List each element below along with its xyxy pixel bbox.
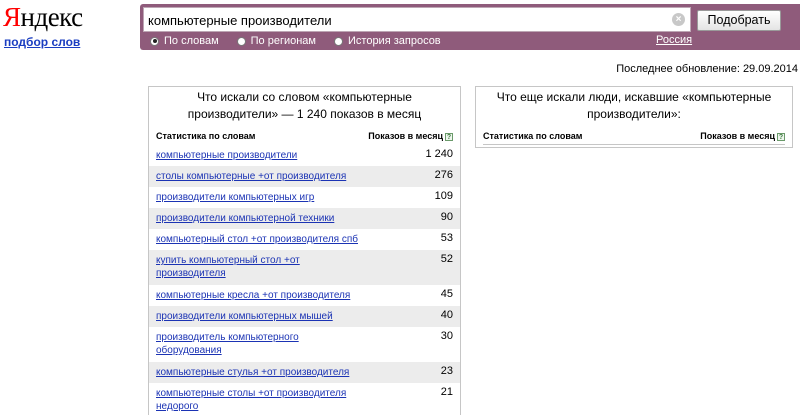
impressions-count: 30 — [440, 330, 453, 342]
mode-by-words[interactable]: По словам — [150, 35, 219, 47]
impressions-count: 23 — [440, 365, 453, 377]
yandex-logo[interactable]: Яндекс подбор слов — [3, 2, 83, 49]
impressions-count: 276 — [434, 169, 453, 181]
keyword-link[interactable]: производитель компьютерного оборудования — [156, 331, 316, 357]
logo-letter-ya: Я — [3, 2, 21, 32]
keyword-link[interactable]: компьютерный стол +от производителя спб — [156, 233, 376, 246]
col-keyword-header: Статистика по словам — [156, 131, 256, 141]
keyword-link[interactable]: компьютерные стулья +от производителя — [156, 366, 376, 379]
impressions-count: 1 240 — [425, 148, 453, 160]
mode-label: По регионам — [250, 35, 316, 47]
word-stats-panel: Что искали со словом «компьютерные произ… — [148, 86, 461, 415]
keyword-link[interactable]: производители компьютерных мышей — [156, 310, 376, 323]
related-queries-panel: Что еще искали люди, искавшие «компьютер… — [475, 86, 793, 148]
table-row: компьютерные столы +от производителя нед… — [149, 383, 460, 415]
impressions-count: 21 — [440, 386, 453, 398]
impressions-count: 45 — [440, 288, 453, 300]
table-row: столы компьютерные +от производителя 276 — [149, 166, 460, 187]
keyword-link[interactable]: производители компьютерных игр — [156, 191, 376, 204]
region-link[interactable]: Россия — [656, 34, 692, 46]
table-header: Статистика по словам Показов в месяц? — [483, 129, 785, 145]
help-icon[interactable]: ? — [777, 132, 785, 141]
logo-letters-rest: ндекс — [20, 2, 84, 32]
search-mode-group: По словам По регионам История запросов — [150, 35, 441, 47]
search-input[interactable] — [148, 10, 668, 30]
search-panel: × Подобрать По словам По регионам Истори… — [140, 4, 800, 50]
radio-query-history-icon[interactable] — [334, 36, 343, 46]
col-keyword-header: Статистика по словам — [483, 130, 583, 141]
table-row: компьютерные стулья +от производителя 23 — [149, 362, 460, 383]
help-icon[interactable]: ? — [445, 133, 453, 141]
impressions-count: 90 — [440, 211, 453, 223]
table-row: компьютерные производители 1 240 — [149, 145, 460, 166]
keyword-link[interactable]: компьютерные производители — [156, 149, 376, 162]
keyword-link[interactable]: компьютерные кресла +от производителя — [156, 289, 376, 302]
mode-label: История запросов — [348, 35, 441, 47]
service-name-link[interactable]: подбор слов — [4, 35, 83, 49]
table-row: производитель компьютерного оборудования… — [149, 327, 460, 362]
last-update-label: Последнее обновление: — [616, 63, 740, 75]
col-count-header: Показов в месяц — [368, 131, 443, 141]
col-count-header-wrap: Показов в месяц? — [700, 131, 785, 141]
impressions-count: 40 — [440, 309, 453, 321]
mode-by-regions[interactable]: По регионам — [236, 35, 316, 47]
keyword-link[interactable]: компьютерные столы +от производителя нед… — [156, 387, 371, 413]
clear-icon[interactable]: × — [672, 13, 685, 26]
impressions-count: 109 — [434, 190, 453, 202]
table-header: Статистика по словам Показов в месяц? — [156, 129, 453, 143]
related-queries-title: Что еще искали люди, искавшие «компьютер… — [496, 90, 772, 121]
word-stats-title: Что искали со словом «компьютерные произ… — [187, 90, 422, 121]
impressions-count: 53 — [440, 232, 453, 244]
table-row: компьютерный стол +от производителя спб … — [149, 229, 460, 250]
table-row: компьютерные кресла +от производителя 45 — [149, 285, 460, 306]
radio-by-words-icon[interactable] — [150, 36, 159, 46]
table-row: купить компьютерный стол +от производите… — [149, 250, 460, 285]
table-row: производители компьютерных игр 109 — [149, 187, 460, 208]
keyword-link[interactable]: столы компьютерные +от производителя — [156, 170, 376, 183]
impressions-count: 52 — [440, 253, 453, 265]
col-count-header: Показов в месяц — [700, 130, 775, 141]
col-count-header-wrap: Показов в месяц? — [368, 131, 453, 141]
keyword-table: компьютерные производители 1 240 столы к… — [149, 145, 460, 415]
logo-wordmark: Яндекс — [3, 2, 83, 32]
last-update-date: 29.09.2014 — [742, 63, 798, 75]
submit-button[interactable]: Подобрать — [697, 10, 781, 31]
keyword-link[interactable]: купить компьютерный стол +от производите… — [156, 254, 326, 280]
search-box: × — [143, 7, 691, 32]
table-row: производители компьютерных мышей 40 — [149, 306, 460, 327]
mode-query-history[interactable]: История запросов — [334, 35, 441, 47]
keyword-link[interactable]: производители компьютерной техники — [156, 212, 376, 225]
radio-by-regions-icon[interactable] — [236, 36, 246, 46]
table-row: производители компьютерной техники 90 — [149, 208, 460, 229]
mode-label: По словам — [164, 35, 219, 47]
last-update: Последнее обновление: 29.09.2014 — [613, 63, 798, 75]
